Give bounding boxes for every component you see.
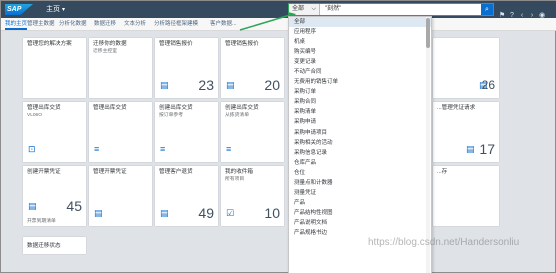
tile-subtitle: 所有项目	[225, 177, 245, 182]
search-bar[interactable]: 全部 ⌵ "刻然" ⌕	[288, 3, 494, 16]
tile-title: 管理销售报价	[159, 41, 193, 47]
delivery-icon: ≡	[226, 144, 232, 154]
return-icon: ▤	[160, 208, 169, 218]
tile-title: 创建出库交货	[159, 105, 193, 111]
dropdown-item[interactable]: 采购信息记录	[289, 148, 431, 158]
doc-icon: ▤	[466, 144, 475, 154]
dropdown-item[interactable]: 采购清单	[289, 107, 431, 117]
sap-logo[interactable]: SAP	[5, 4, 33, 15]
tile-subtitle: VL06O	[27, 113, 42, 118]
tile-title: 管理出库交货	[93, 105, 127, 111]
tile-manage-sales-quotes-2[interactable]: 管理销售报价 ▤ 20	[221, 38, 284, 98]
tile-title: 我的收件箱	[225, 169, 253, 175]
dropdown-item[interactable]: 机桌	[289, 37, 431, 47]
dropdown-item[interactable]: 测量凭证	[289, 188, 431, 198]
delivery-icon: ≡	[160, 144, 166, 154]
dropdown-item[interactable]: 产品结构性视图	[289, 208, 431, 218]
tile-subtitle: 迁移主控室	[93, 49, 117, 54]
tile-manage-returns[interactable]: 管理客户退货 ▤ 49	[155, 166, 218, 226]
watermark: https://blog.csdn.net/Handersonliu	[368, 237, 520, 248]
tile-migration-status[interactable]: 数据迁移状态	[23, 237, 86, 254]
tile-title: 管理您的解决方案	[27, 41, 72, 47]
dropdown-item[interactable]: 产品	[289, 198, 431, 208]
tile-subtitle: 从拣货清单	[225, 113, 249, 118]
tile-number: 49	[198, 205, 214, 221]
dropdown-item[interactable]: 采购申请项目	[289, 128, 431, 138]
delivery-icon: ⊡	[28, 144, 36, 154]
delivery-icon: ≡	[94, 144, 100, 154]
check-icon: ☑	[226, 208, 235, 218]
tile-title: ...管理凭证请求	[437, 105, 476, 111]
dropdown-item[interactable]: 采购申请	[289, 117, 431, 127]
tile-footer: 开票到期清单	[27, 219, 56, 224]
dropdown-item[interactable]: 购买编号	[289, 47, 431, 57]
tile-create-billing[interactable]: 创建开票凭证 ▤ 45 开票到期清单	[23, 166, 86, 226]
dropdown-item[interactable]: 全部	[289, 17, 431, 28]
tab-text-analysis[interactable]: 文本分析	[124, 18, 146, 30]
dropdown-item[interactable]: 变更记录	[289, 57, 431, 67]
tile-number: 45	[66, 198, 82, 214]
tile-number: 26	[481, 78, 495, 92]
tile-number: 20	[264, 77, 280, 93]
chevron-down-icon: ⌵	[311, 6, 316, 12]
search-icon[interactable]: ⌕	[481, 4, 493, 15]
doc-icon: ▤	[94, 208, 103, 218]
tile-title: 数据迁移状态	[27, 243, 61, 249]
tile-number: 10	[264, 205, 280, 221]
dropdown-item[interactable]: 产品说明文档	[289, 218, 431, 228]
tile-migrate-data[interactable]: 迁移你的数据 迁移主控室	[89, 38, 152, 98]
dropdown-item[interactable]: 仓位	[289, 168, 431, 178]
tile-manage-billing[interactable]: 管理开票凭证 ▤	[89, 166, 152, 226]
tab-master-data[interactable]: 管理主数据	[27, 18, 55, 30]
tab-path-modeling[interactable]: 分析路径框架建模	[154, 18, 198, 30]
tile-manage-solution[interactable]: 管理您的解决方案	[23, 38, 86, 98]
dropdown-item[interactable]: 采购订单	[289, 87, 431, 97]
tile-create-outbound-delivery-2[interactable]: 创建出库交货 从拣货清单 ≡	[221, 102, 284, 162]
tile-manage-outbound-delivery-2[interactable]: 管理出库交货 ≡	[89, 102, 152, 162]
search-input[interactable]: "刻然"	[325, 4, 341, 15]
tile-create-outbound-delivery[interactable]: 创建出库交货 按订单参考 ≡	[155, 102, 218, 162]
dropdown-item[interactable]: 采购相关的活动	[289, 138, 431, 148]
shell-icons: ⚑? ‹ › ◉	[497, 4, 547, 19]
tile-right-2[interactable]: ...管理凭证请求 ▤ 17	[433, 102, 499, 162]
tab-data-migration[interactable]: 数据迁移	[94, 18, 116, 30]
shell-title-text: 主页	[46, 6, 60, 13]
scrollbar-thumb[interactable]	[426, 18, 430, 48]
tile-my-inbox[interactable]: 我的收件箱 所有项目 ☑ 10	[221, 166, 284, 226]
tile-title: ...存	[437, 169, 448, 175]
tile-number: 23	[198, 77, 214, 93]
tile-right-1[interactable]: ▤ 26	[433, 38, 499, 98]
search-scope-dropdown: 全部 应用程序 机桌 购买编号 变更记录 不动产合同 无费用的销售订单 采购订单 采购合同 采购清…	[288, 16, 432, 273]
tile-manage-outbound-delivery[interactable]: 管理出库交货 VL06O ⊡	[23, 102, 86, 162]
tile-title: 管理销售报价	[225, 41, 259, 47]
tile-number: 17	[479, 141, 495, 157]
doc-icon: ▤	[226, 80, 235, 90]
dropdown-item[interactable]: 采购合同	[289, 97, 431, 107]
tile-title: 迁移你的数据	[93, 41, 127, 47]
tab-analytics[interactable]: 分析化数据	[59, 18, 87, 30]
doc-icon: ▤	[160, 80, 169, 90]
scrollbar-track[interactable]	[426, 17, 430, 273]
dropdown-item[interactable]: 无费用的销售订单	[289, 77, 431, 87]
tile-subtitle: 按订单参考	[159, 113, 183, 118]
chevron-down-icon: ▾	[62, 7, 66, 13]
tile-title: 管理客户退货	[159, 169, 193, 175]
tab-customer-data[interactable]: 客户数据...	[210, 18, 237, 30]
tile-right-3[interactable]: ...存	[433, 166, 499, 226]
tile-title: 管理开票凭证	[93, 169, 127, 175]
tab-home[interactable]: 我的主页	[5, 18, 28, 30]
dropdown-item[interactable]: 应用程序	[289, 27, 431, 37]
tile-title: 管理出库交货	[27, 105, 61, 111]
tile-manage-sales-quotes[interactable]: 管理销售报价 ▤ 23	[155, 38, 218, 98]
dropdown-item[interactable]: 测量点和计数器	[289, 178, 431, 188]
tile-title: 创建出库交货	[225, 105, 259, 111]
dropdown-item[interactable]: 不动产合同	[289, 67, 431, 77]
tile-title: 创建开票凭证	[27, 169, 61, 175]
doc-icon: ▤	[28, 201, 37, 211]
dropdown-item[interactable]: 仓库产品	[289, 158, 431, 168]
shell-title[interactable]: 主页 ▾	[46, 4, 65, 15]
